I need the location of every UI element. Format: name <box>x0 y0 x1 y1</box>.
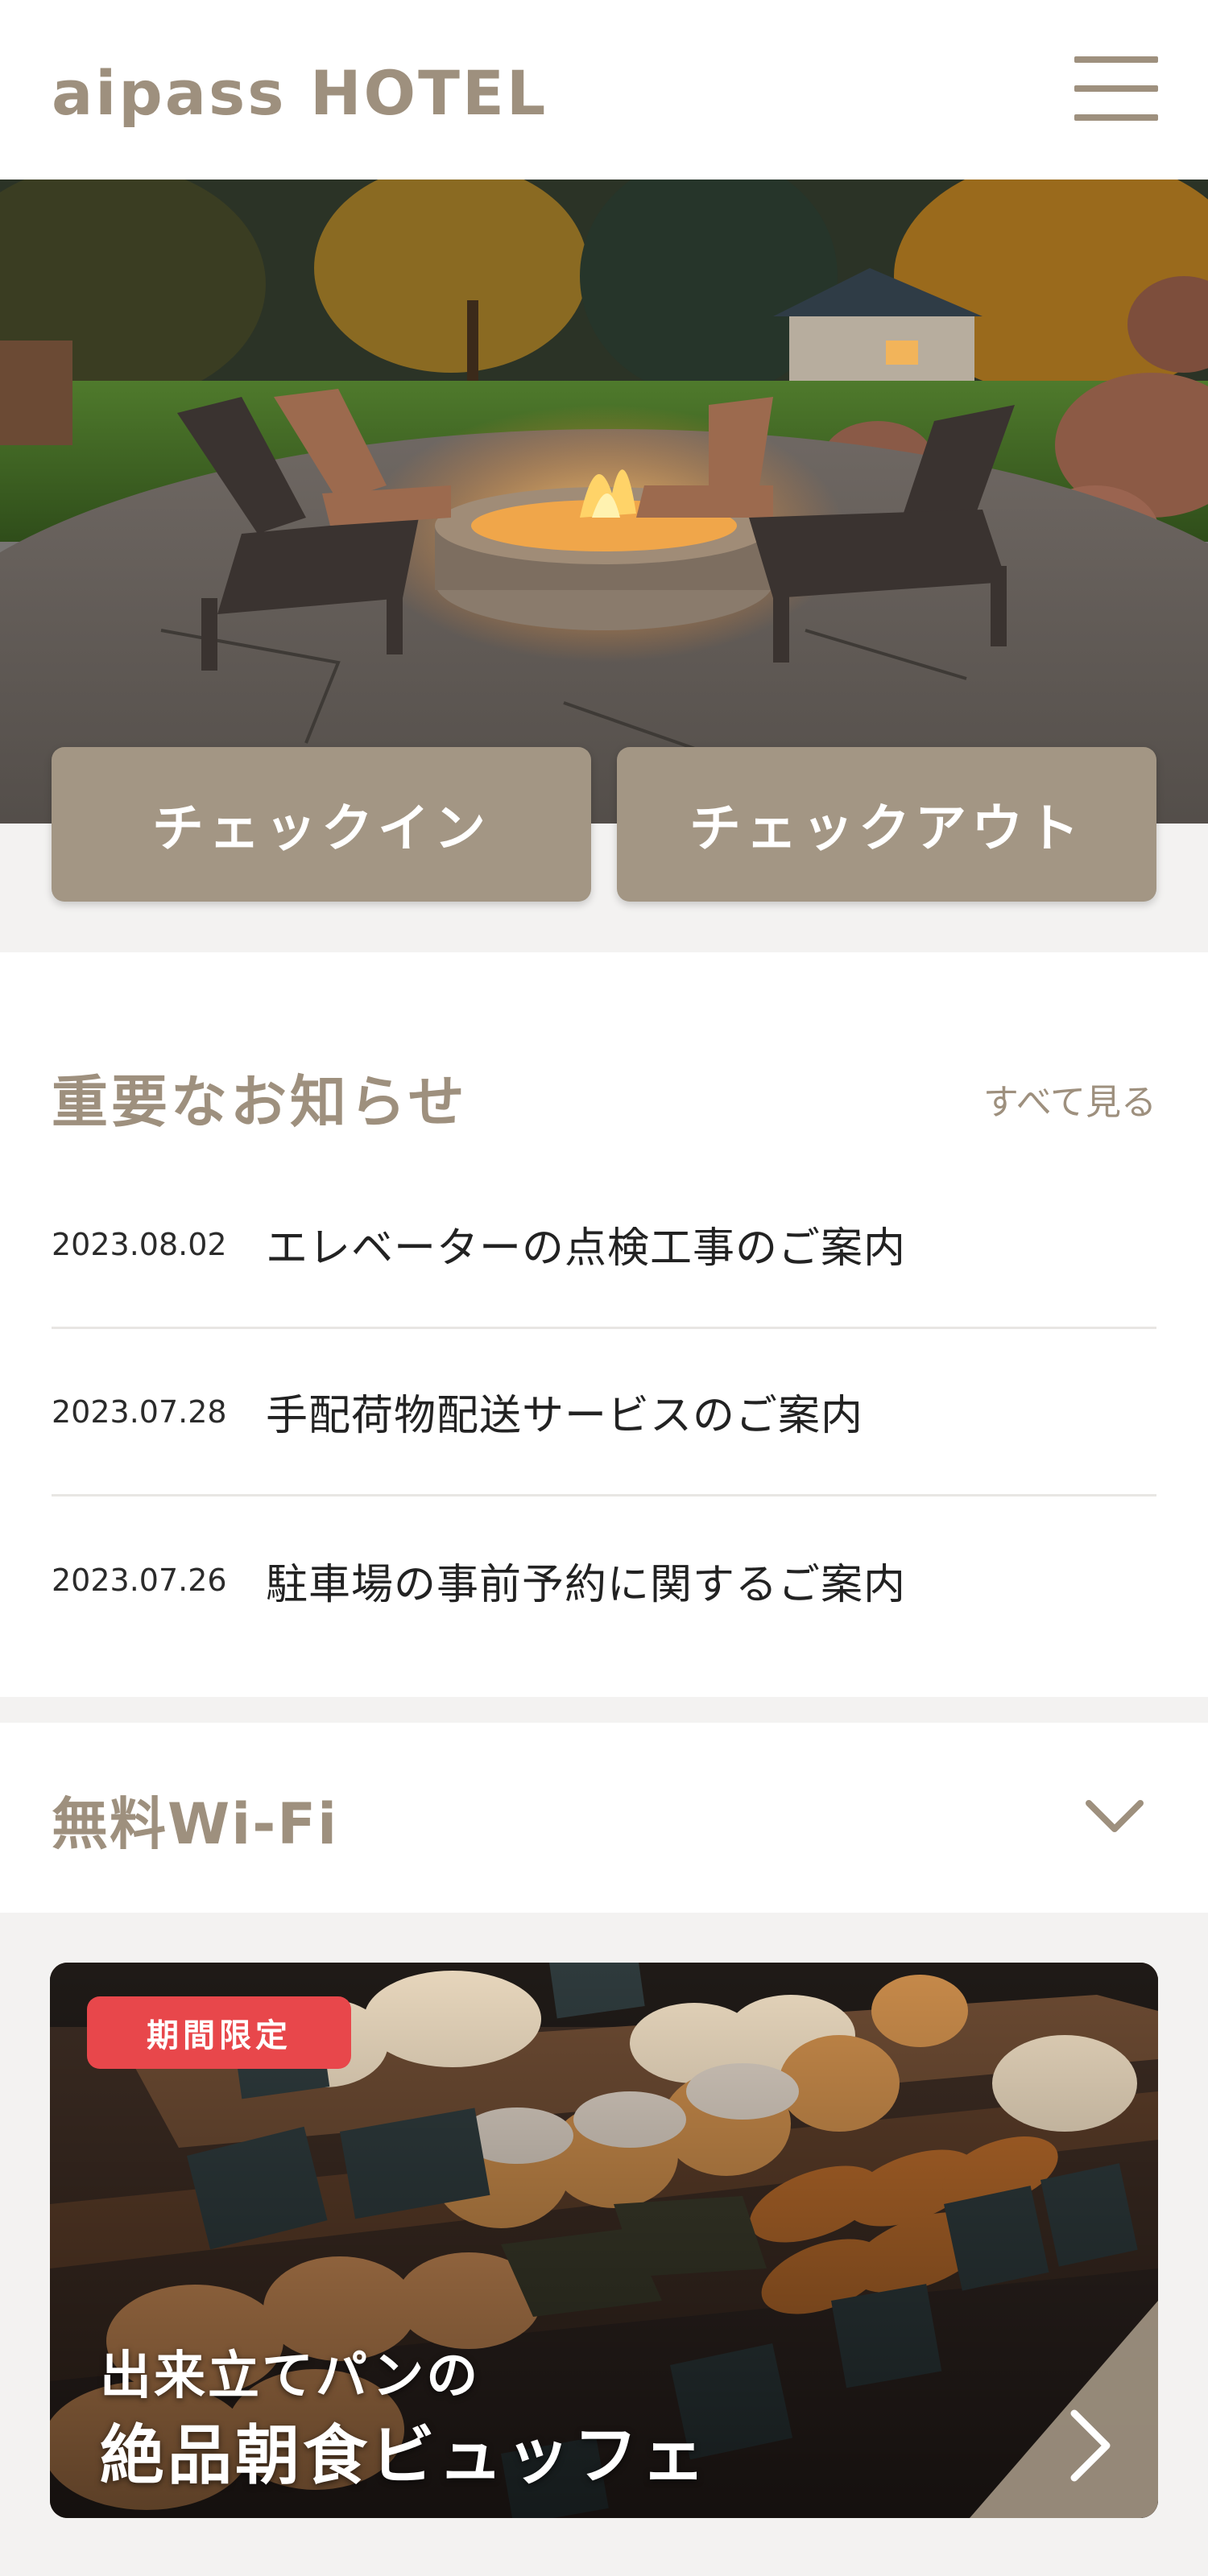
chevron-right-icon[interactable] <box>970 2301 1158 2518</box>
checkin-button[interactable]: チェックイン <box>52 747 591 902</box>
wifi-title: 無料Wi-Fi <box>52 1791 339 1857</box>
hamburger-menu-icon[interactable] <box>1074 53 1158 126</box>
news-date: 2023.08.02 <box>52 1226 227 1262</box>
news-list: 2023.08.02 エレベーターの点検工事のご案内 2023.07.28 手配… <box>52 1162 1156 1664</box>
breakfast-promo-card[interactable]: 期間限定 出来立てパンの 絶品朝食ビュッフェ <box>50 1963 1158 2518</box>
news-text: エレベーターの点検工事のご案内 <box>266 1224 907 1273</box>
app-header: aipass HOTEL <box>0 0 1208 180</box>
wifi-accordion[interactable]: 無料Wi-Fi <box>0 1723 1208 1913</box>
hotel-logo[interactable]: aipass HOTEL <box>52 53 548 134</box>
news-item[interactable]: 2023.07.26 駐車場の事前予約に関するご案内 <box>52 1496 1156 1664</box>
checkout-button[interactable]: チェックアウト <box>617 747 1156 902</box>
news-item[interactable]: 2023.07.28 手配荷物配送サービスのご案内 <box>52 1329 1156 1496</box>
limited-time-badge: 期間限定 <box>87 1996 351 2069</box>
view-all-link[interactable]: すべて見る <box>983 1073 1156 1125</box>
news-title: 重要なお知らせ <box>52 1069 468 1135</box>
hero-image <box>0 180 1208 824</box>
chevron-down-icon[interactable] <box>1084 1792 1145 1840</box>
news-date: 2023.07.26 <box>52 1563 227 1598</box>
news-text: 駐車場の事前予約に関するご案内 <box>266 1560 907 1609</box>
news-date: 2023.07.28 <box>52 1393 227 1430</box>
news-text: 手配荷物配送サービスのご案内 <box>266 1392 864 1440</box>
news-section: 重要なお知らせ すべて見る 2023.08.02 エレベーターの点検工事のご案内… <box>0 952 1208 1697</box>
promo-title-line1: 出来立てパンの <box>100 2347 481 2406</box>
promo-title-line2: 絶品朝食ビュッフェ <box>100 2418 709 2493</box>
news-item[interactable]: 2023.08.02 エレベーターの点検工事のご案内 <box>52 1162 1156 1329</box>
